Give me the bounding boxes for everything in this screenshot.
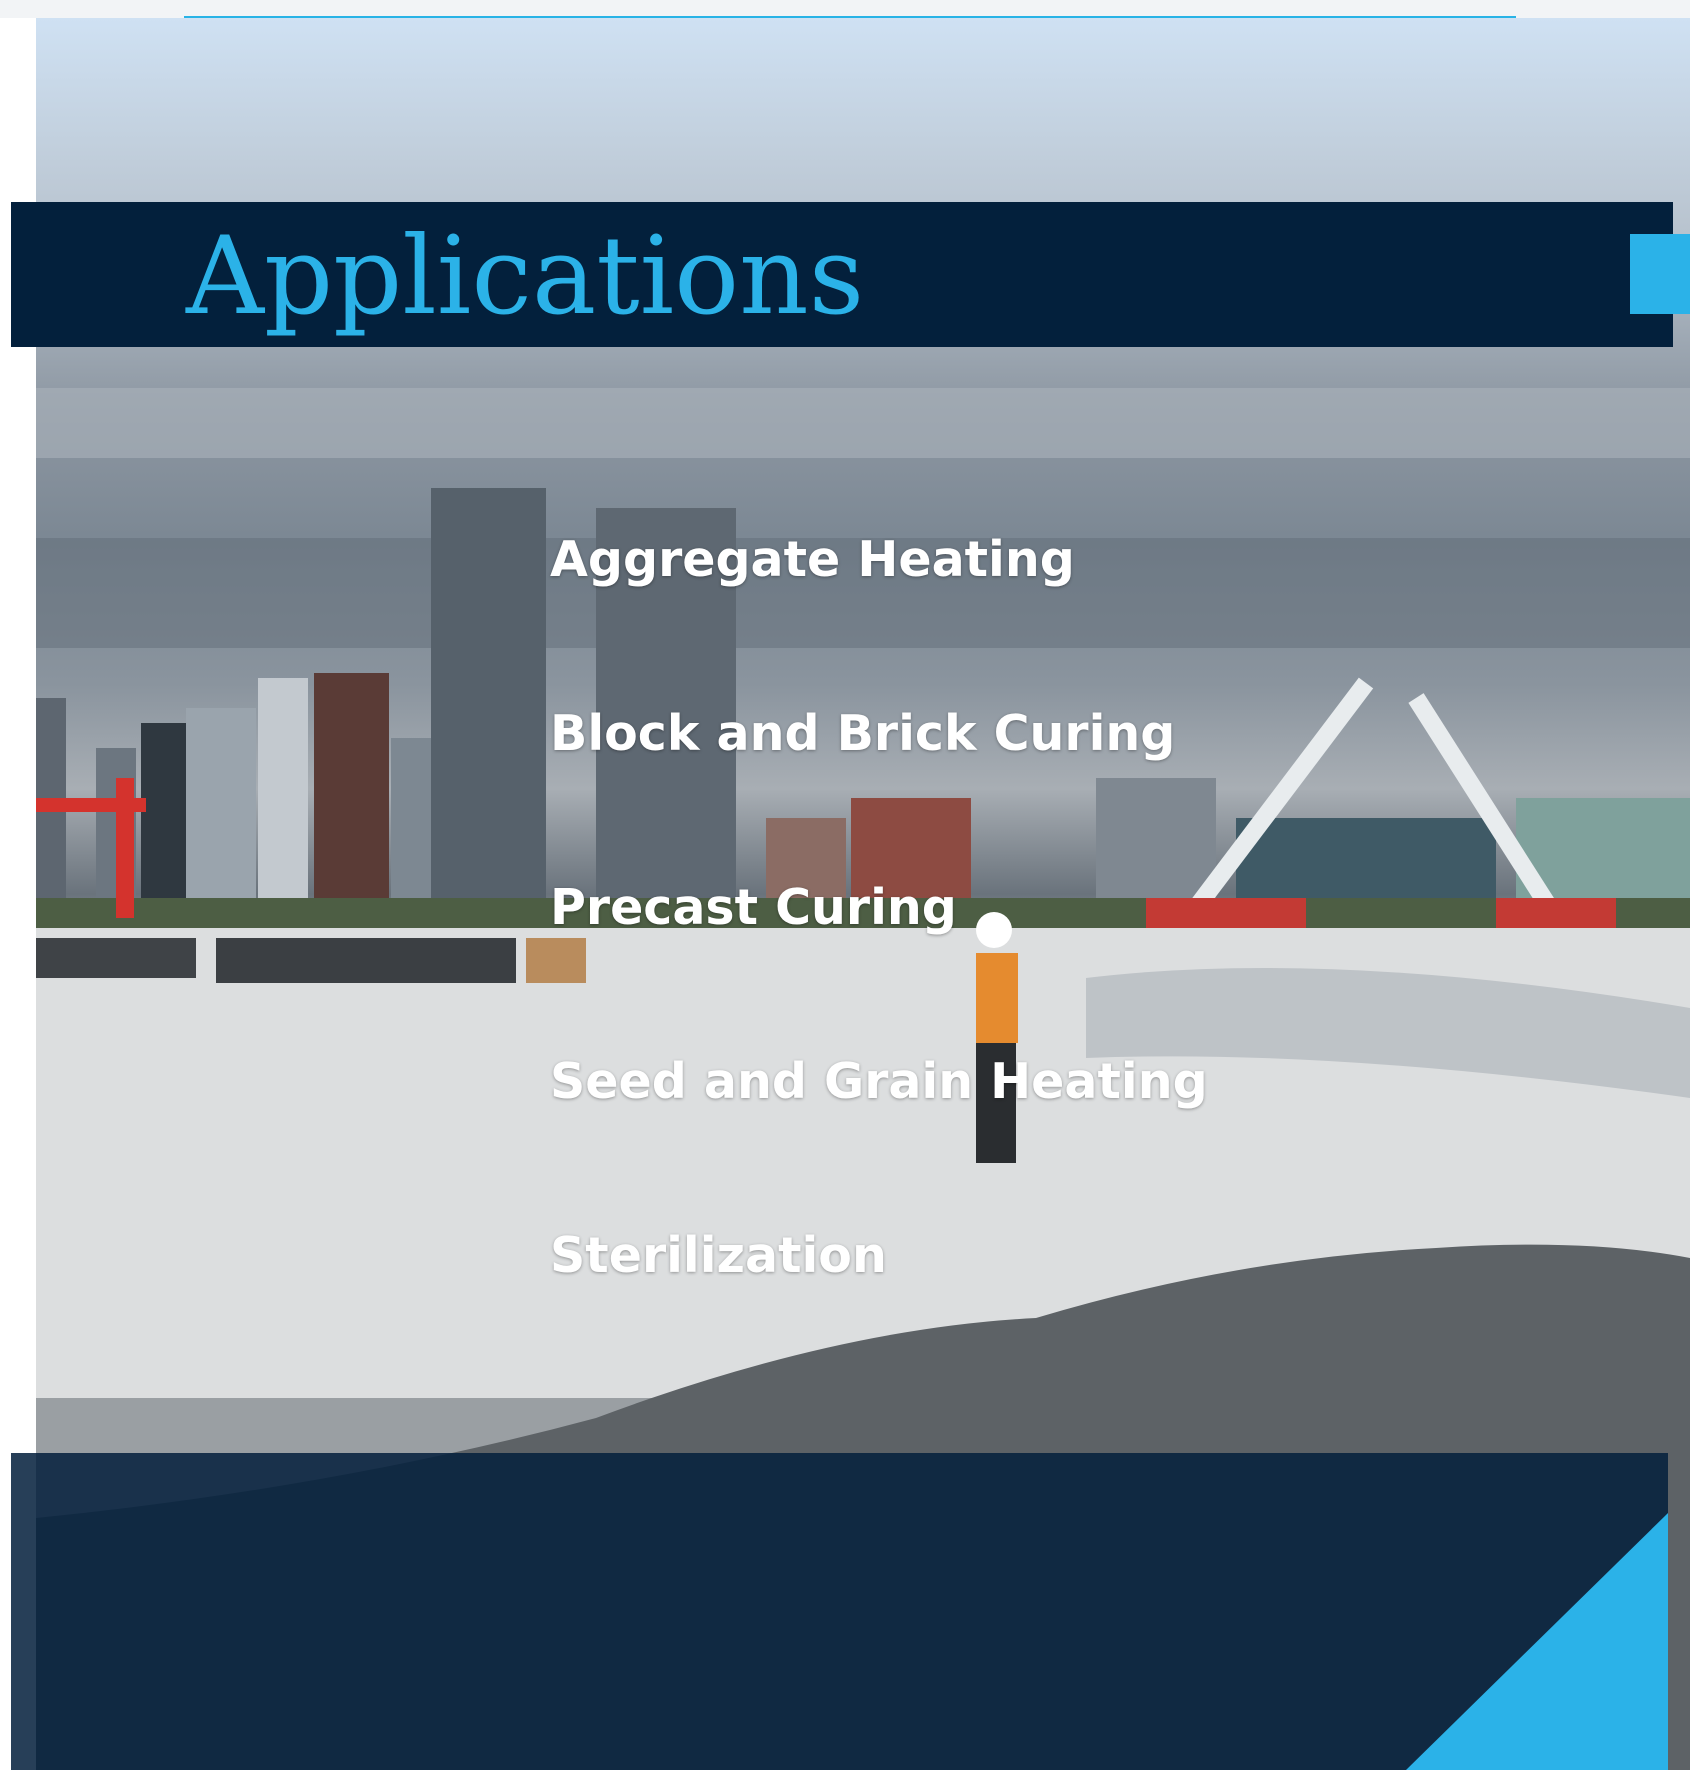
crane-base: [1496, 898, 1616, 928]
application-item-seed-and-grain-heating[interactable]: Seed and Grain Heating: [550, 1042, 1208, 1122]
application-item-block-and-brick-curing[interactable]: Block and Brick Curing: [550, 694, 1175, 774]
corner-triangle-shape: [1406, 1513, 1668, 1770]
application-item-sterilization[interactable]: Sterilization: [550, 1216, 887, 1296]
crane-base: [1146, 898, 1306, 928]
corner-triangle-icon: [1406, 1513, 1668, 1770]
steel-rack: [36, 938, 196, 978]
building: [141, 723, 186, 898]
accent-square-icon: [1630, 234, 1690, 314]
building: [186, 708, 256, 898]
application-item-precast-curing[interactable]: Precast Curing: [550, 868, 957, 948]
footer-band: [11, 1453, 1668, 1770]
worker-helmet: [976, 912, 1012, 948]
cloud-band: [36, 388, 1690, 458]
worker-vest: [976, 953, 1018, 1043]
building: [314, 673, 389, 898]
applications-page: Applications Aggregate Heating Block and…: [0, 0, 1690, 1770]
red-gantry: [116, 778, 134, 918]
application-item-aggregate-heating[interactable]: Aggregate Heating: [550, 520, 1075, 600]
steel-rack: [216, 938, 516, 983]
building: [258, 678, 308, 898]
tower: [431, 488, 546, 918]
page-title: Applications: [186, 214, 865, 339]
building: [391, 738, 431, 898]
